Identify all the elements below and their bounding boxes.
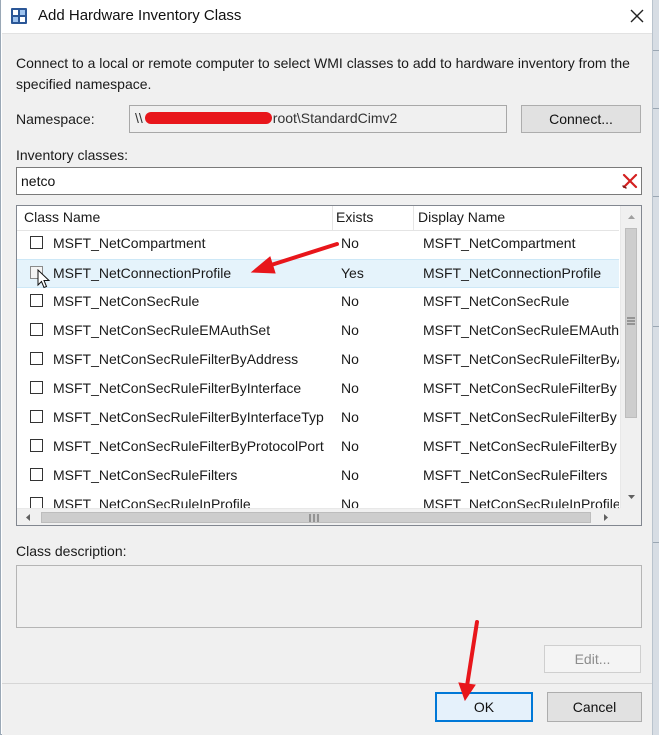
display-name-cell: MSFT_NetConnectionProfile xyxy=(423,265,602,281)
exists-cell: No xyxy=(341,322,359,338)
scroll-down-icon[interactable] xyxy=(621,488,642,506)
class-name-cell: MSFT_NetConSecRuleEMAuthSet xyxy=(53,322,271,338)
display-name-cell: MSFT_NetConSecRuleFilterBy xyxy=(423,380,617,396)
scroll-corner xyxy=(620,508,641,525)
row-checkbox[interactable] xyxy=(30,352,43,365)
column-divider[interactable] xyxy=(413,206,414,230)
inventory-filter-input[interactable] xyxy=(17,168,607,194)
exists-cell: No xyxy=(341,351,359,367)
class-name-cell: MSFT_NetConSecRuleFilterByProtocolPort xyxy=(53,438,324,454)
row-checkbox[interactable] xyxy=(30,323,43,336)
list-row[interactable]: MSFT_NetConSecRuleFilters No MSFT_NetConSe… xyxy=(17,462,619,491)
display-name-cell: MSFT_NetConSecRuleFilterBy xyxy=(423,438,617,454)
horizontal-scroll-thumb[interactable] xyxy=(41,512,591,523)
grip-icon xyxy=(627,317,635,325)
class-name-cell: MSFT_NetConSecRuleFilters xyxy=(53,467,238,483)
row-checkbox[interactable] xyxy=(30,468,43,481)
exists-cell: No xyxy=(341,293,359,309)
cancel-button[interactable]: Cancel xyxy=(547,692,642,722)
redaction-mark xyxy=(144,112,272,124)
row-checkbox[interactable] xyxy=(30,236,43,249)
clear-filter-icon[interactable] xyxy=(621,172,639,190)
list-row[interactable]: MSFT_NetConSecRuleFilterByProtocolPort No… xyxy=(17,433,619,462)
column-header-class-name[interactable]: Class Name xyxy=(24,206,332,230)
row-checkbox[interactable] xyxy=(30,439,43,452)
edge-line xyxy=(653,542,659,543)
class-name-cell: MSFT_NetConSecRuleFilterByAddress xyxy=(53,351,299,367)
list-row[interactable]: MSFT_NetConSecRuleEMAuthSet No MSFT_NetCon… xyxy=(17,317,619,346)
display-name-cell: MSFT_NetCompartment xyxy=(423,235,576,251)
row-checkbox[interactable] xyxy=(30,294,43,307)
scroll-left-icon[interactable] xyxy=(19,509,37,526)
background-window-edge xyxy=(652,0,659,735)
title-bar: Add Hardware Inventory Class xyxy=(1,0,653,33)
list-row[interactable]: MSFT_NetConSecRule No MSFT_NetConSecRule xyxy=(17,288,619,317)
edge-line xyxy=(653,108,659,109)
namespace-suffix: root\StandardCimv2 xyxy=(272,110,398,126)
list-row[interactable]: MSFT_NetConSecRuleFilterByInterface No MSF… xyxy=(17,375,619,404)
class-name-cell: MSFT_NetConSecRuleFilterByInterface xyxy=(53,380,302,396)
inventory-filter-box xyxy=(16,167,642,195)
vertical-scroll-thumb[interactable] xyxy=(625,228,637,418)
horizontal-scrollbar[interactable] xyxy=(17,508,620,526)
list-row[interactable]: MSFT_NetConnectionProfile Yes MSFT_NetConn… xyxy=(17,259,619,288)
exists-cell: No xyxy=(341,438,359,454)
display-name-cell: MSFT_NetConSecRule xyxy=(423,293,570,309)
list-row[interactable]: MSFT_NetCompartment No MSFT_NetCompartment xyxy=(17,230,619,259)
connect-button[interactable]: Connect... xyxy=(521,105,641,133)
wmi-inventory-icon xyxy=(11,8,27,24)
column-divider[interactable] xyxy=(332,206,333,230)
edge-line xyxy=(653,50,659,51)
add-hardware-inventory-class-dialog: Add Hardware Inventory Class Connect to … xyxy=(0,0,659,735)
class-name-cell: MSFT_NetConSecRuleFilterByInterfaceTyp xyxy=(53,409,324,425)
display-name-cell: MSFT_NetConSecRuleFilters xyxy=(423,467,608,483)
namespace-prefix: \\ xyxy=(135,110,143,126)
display-name-cell: MSFT_NetConSecRuleFilterByA xyxy=(423,351,619,367)
row-checkbox[interactable] xyxy=(30,381,43,394)
intro-text: Connect to a local or remote computer to… xyxy=(16,55,630,92)
mouse-pointer-icon xyxy=(37,269,51,289)
class-description-box xyxy=(16,565,642,628)
namespace-field[interactable]: \\ root\StandardCimv2 xyxy=(129,105,507,133)
window-title: Add Hardware Inventory Class xyxy=(38,7,242,24)
edge-line xyxy=(653,326,659,327)
column-header-display-name[interactable]: Display Name xyxy=(418,206,619,230)
close-icon[interactable] xyxy=(622,2,652,30)
scroll-up-icon[interactable] xyxy=(621,208,642,226)
edge-line xyxy=(653,196,659,197)
list-row[interactable]: MSFT_NetConSecRuleFilterByInterfaceTyp No… xyxy=(17,404,619,433)
list-row[interactable]: MSFT_NetConSecRuleFilterByAddress No MSFT_… xyxy=(17,346,619,375)
exists-cell: No xyxy=(341,467,359,483)
grip-icon xyxy=(309,514,319,522)
ok-button[interactable]: OK xyxy=(435,692,533,722)
display-name-cell: MSFT_NetConSecRuleFilterBy xyxy=(423,409,617,425)
display-name-cell: MSFT_NetConSecRuleEMAuth xyxy=(423,322,619,338)
vertical-scrollbar[interactable] xyxy=(620,206,642,508)
scroll-right-icon[interactable] xyxy=(597,509,615,526)
edit-button[interactable]: Edit... xyxy=(544,645,641,673)
exists-cell: No xyxy=(341,380,359,396)
row-checkbox[interactable] xyxy=(30,410,43,423)
column-header-exists[interactable]: Exists xyxy=(336,206,411,230)
list-header: Class Name Exists Display Name xyxy=(17,206,619,231)
exists-cell: No xyxy=(341,235,359,251)
exists-cell: Yes xyxy=(341,265,364,281)
class-name-cell: MSFT_NetConSecRule xyxy=(53,293,200,309)
class-description-label: Class description: xyxy=(16,543,127,559)
class-name-cell: MSFT_NetConnectionProfile xyxy=(53,265,232,281)
inventory-classes-label: Inventory classes: xyxy=(16,147,129,163)
exists-cell: No xyxy=(341,409,359,425)
class-name-cell: MSFT_NetCompartment xyxy=(53,235,206,251)
inventory-classes-list[interactable]: Class Name Exists Display Name MSFT_NetC… xyxy=(16,205,642,526)
namespace-label: Namespace: xyxy=(16,111,95,127)
